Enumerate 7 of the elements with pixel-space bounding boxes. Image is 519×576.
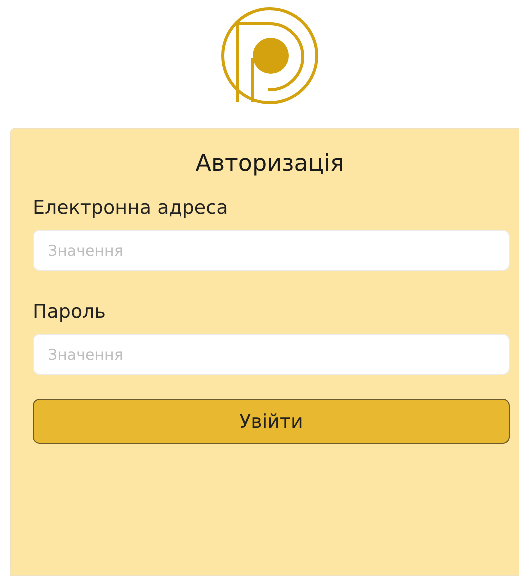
input-field[interactable]: Значення — [33, 334, 510, 375]
form-title: Авторизація — [196, 151, 344, 177]
field-label: Пароль — [33, 301, 106, 323]
field-label: Електронна адреса — [33, 197, 228, 219]
login-button[interactable]: Увійти — [33, 399, 510, 444]
input-field[interactable]: Значення — [33, 230, 510, 271]
logo-icon — [220, 6, 320, 106]
